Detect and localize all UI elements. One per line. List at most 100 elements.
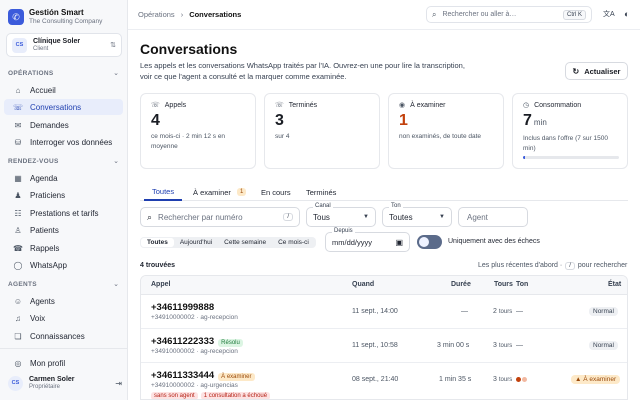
stat-card-consommation: ◷ Consommation 7 min Inclus dans l'offre (… — [512, 93, 628, 169]
number-search-input[interactable]: ⌕ Rechercher par numéro / — [140, 207, 300, 227]
brand[interactable]: ✆ Gestión Smart The Consulting Company — [8, 8, 102, 26]
sidebar-item-label: Voix — [30, 313, 46, 323]
toggle-knob — [419, 237, 429, 247]
tone-dot — [522, 376, 527, 382]
chevron-down-icon[interactable]: ⌄ — [113, 280, 119, 288]
sidebar-item-accueil[interactable]: ⌂ Accueil — [4, 82, 123, 98]
issue-badge: sans son agent — [151, 392, 198, 399]
sort-suffix: pour rechercher — [577, 262, 628, 269]
turns-unit: tours — [498, 309, 513, 315]
sidebar-item-conversations[interactable]: ☏ Conversations — [4, 99, 123, 115]
sidebar-item-interroger[interactable]: ⛁ Interroger vos données — [4, 134, 123, 150]
card-value: 7 min — [523, 112, 617, 132]
sidebar-item-connaissances[interactable]: ❏ Connaissances — [4, 328, 123, 344]
phone-callback-icon: ☎ — [13, 243, 23, 253]
tab-en-cours[interactable]: En cours — [261, 183, 291, 201]
agent-input[interactable]: Agent — [458, 207, 528, 227]
card-value: 4 — [151, 112, 160, 129]
tab-toutes[interactable]: Toutes — [144, 183, 183, 201]
sidebar-item-label: Conversations — [30, 102, 82, 112]
card-title: À examiner — [410, 101, 446, 109]
table-row[interactable]: +34611999888 +34910000002 · ag-recepcion… — [141, 295, 627, 329]
tab-a-examiner[interactable]: À examiner 1 — [193, 183, 247, 201]
section-agents[interactable]: AGENTS — [8, 281, 37, 288]
logout-icon[interactable]: ⇥ — [115, 379, 122, 388]
card-subtitle: ce mois-ci · 2 min 12 s en moyenne — [151, 133, 226, 150]
depuis-label: Depuis — [332, 228, 355, 234]
sidebar-item-patients[interactable]: ♙ Patients — [4, 222, 123, 238]
usage-progress-fill — [523, 156, 525, 159]
sidebar-item-label: Prestations et tarifs — [30, 208, 99, 218]
tab-label: Toutes — [152, 186, 175, 196]
shortcut-hint: Ctrl K — [563, 9, 586, 20]
global-search[interactable]: ⌕ Rechercher ou aller à… Ctrl K — [426, 6, 592, 23]
resolved-badge: Résolu — [218, 339, 243, 347]
period-aujourdhui[interactable]: Aujourd'hui — [174, 238, 218, 247]
col-tours[interactable]: Tours — [494, 281, 513, 288]
chevron-down-icon[interactable]: ⌄ — [113, 157, 119, 165]
failures-toggle[interactable] — [417, 235, 442, 249]
col-etat[interactable]: État — [608, 281, 621, 288]
tab-label: En cours — [261, 187, 291, 197]
sidebar-item-rappels[interactable]: ☎ Rappels — [4, 240, 123, 256]
call-tone-dots — [516, 376, 528, 383]
call-meta: +34910000002 · ag-urgencias — [151, 382, 238, 389]
sidebar-item-praticiens[interactable]: ♟ Praticiens — [4, 187, 123, 203]
sidebar-item-label: Demandes — [30, 120, 69, 130]
tab-termines[interactable]: Terminés — [306, 183, 336, 201]
user-menu[interactable]: CS Carmen Soler Propriétaire ⇥ — [8, 375, 122, 391]
translate-icon[interactable]: 文A — [603, 9, 615, 19]
depuis-date-input[interactable]: Depuis mm/dd/yyyy ▣ — [325, 228, 410, 252]
sidebar-item-agents[interactable]: ☺ Agents — [4, 293, 123, 309]
table-row[interactable]: +34611222333 Résolu +34910000002 · ag-rec… — [141, 329, 627, 363]
chevron-down-icon[interactable]: ⌄ — [113, 69, 119, 77]
period-filter: Toutes Aujourd'hui Cette semaine Ce mois… — [140, 237, 316, 248]
call-meta: +34910000002 · ag-recepcion — [151, 314, 238, 321]
brand-logo-icon: ✆ — [8, 9, 24, 25]
canal-select[interactable]: Canal Tous ▼ — [306, 203, 376, 227]
stat-card-termines: ☏ Terminés 3 sur 4 — [264, 93, 380, 169]
col-appel[interactable]: Appel — [151, 281, 170, 288]
profile-icon: ◎ — [14, 358, 22, 368]
theme-toggle-icon[interactable]: ◐ — [624, 9, 629, 19]
period-ce-mois[interactable]: Ce mois-ci — [272, 238, 315, 247]
call-when: 11 sept., 14:00 — [352, 308, 398, 315]
refresh-button[interactable]: ↻ Actualiser — [565, 62, 628, 80]
breadcrumb-parent[interactable]: Opérations — [138, 10, 175, 19]
call-duration: 3 min 00 s — [437, 342, 470, 349]
database-icon: ⛁ — [14, 137, 22, 147]
sidebar-item-demandes[interactable]: ✉ Demandes — [4, 117, 123, 133]
caret-down-icon: ▼ — [363, 214, 369, 220]
section-rendezvous[interactable]: RENDEZ-VOUS — [8, 158, 59, 165]
list-icon: ☷ — [14, 208, 22, 218]
home-icon: ⌂ — [15, 85, 21, 95]
book-icon: ❏ — [14, 331, 22, 341]
period-toutes[interactable]: Toutes — [141, 238, 174, 247]
card-subtitle: sur 4 — [275, 133, 290, 140]
agent-placeholder: Agent — [467, 212, 488, 222]
call-tone: — — [516, 308, 523, 315]
phone-number: +34611999888 — [151, 302, 215, 313]
sidebar-item-voix[interactable]: ♫ Voix — [4, 310, 123, 326]
sidebar-item-prestations[interactable]: ☷ Prestations et tarifs — [4, 205, 123, 221]
sidebar-item-agenda[interactable]: ▦ Agenda — [4, 170, 123, 186]
search-icon: ⌕ — [147, 211, 153, 222]
col-quand[interactable]: Quand — [352, 281, 374, 288]
ton-select[interactable]: Ton Toutes ▼ — [382, 203, 452, 227]
sidebar-item-whatsapp[interactable]: ◯ WhatsApp — [4, 257, 123, 273]
sidebar: ✆ Gestión Smart The Consulting Company C… — [0, 0, 128, 400]
refresh-icon: ↻ — [572, 66, 580, 76]
calendar-icon: ▣ — [395, 237, 403, 247]
period-cette-semaine[interactable]: Cette semaine — [218, 238, 272, 247]
table-row[interactable]: +34611333444 À examiner +34910000002 · ag… — [141, 363, 627, 399]
col-ton[interactable]: Ton — [516, 281, 528, 288]
section-operations[interactable]: OPÉRATIONS — [8, 70, 54, 77]
eye-icon: ◉ — [399, 102, 406, 109]
sort-text: Les plus récentes d'abord · — [478, 262, 563, 269]
col-duree[interactable]: Durée — [451, 281, 471, 288]
voice-icon: ♫ — [15, 313, 21, 323]
avatar: CS — [8, 375, 23, 391]
client-switcher[interactable]: CS Clínique Soler Client ⇅ — [6, 33, 122, 57]
call-issue-tags: sans son agent 1 consultation a échoué — [151, 392, 273, 399]
sidebar-item-profile[interactable]: ◎ Mon profil — [4, 355, 123, 371]
